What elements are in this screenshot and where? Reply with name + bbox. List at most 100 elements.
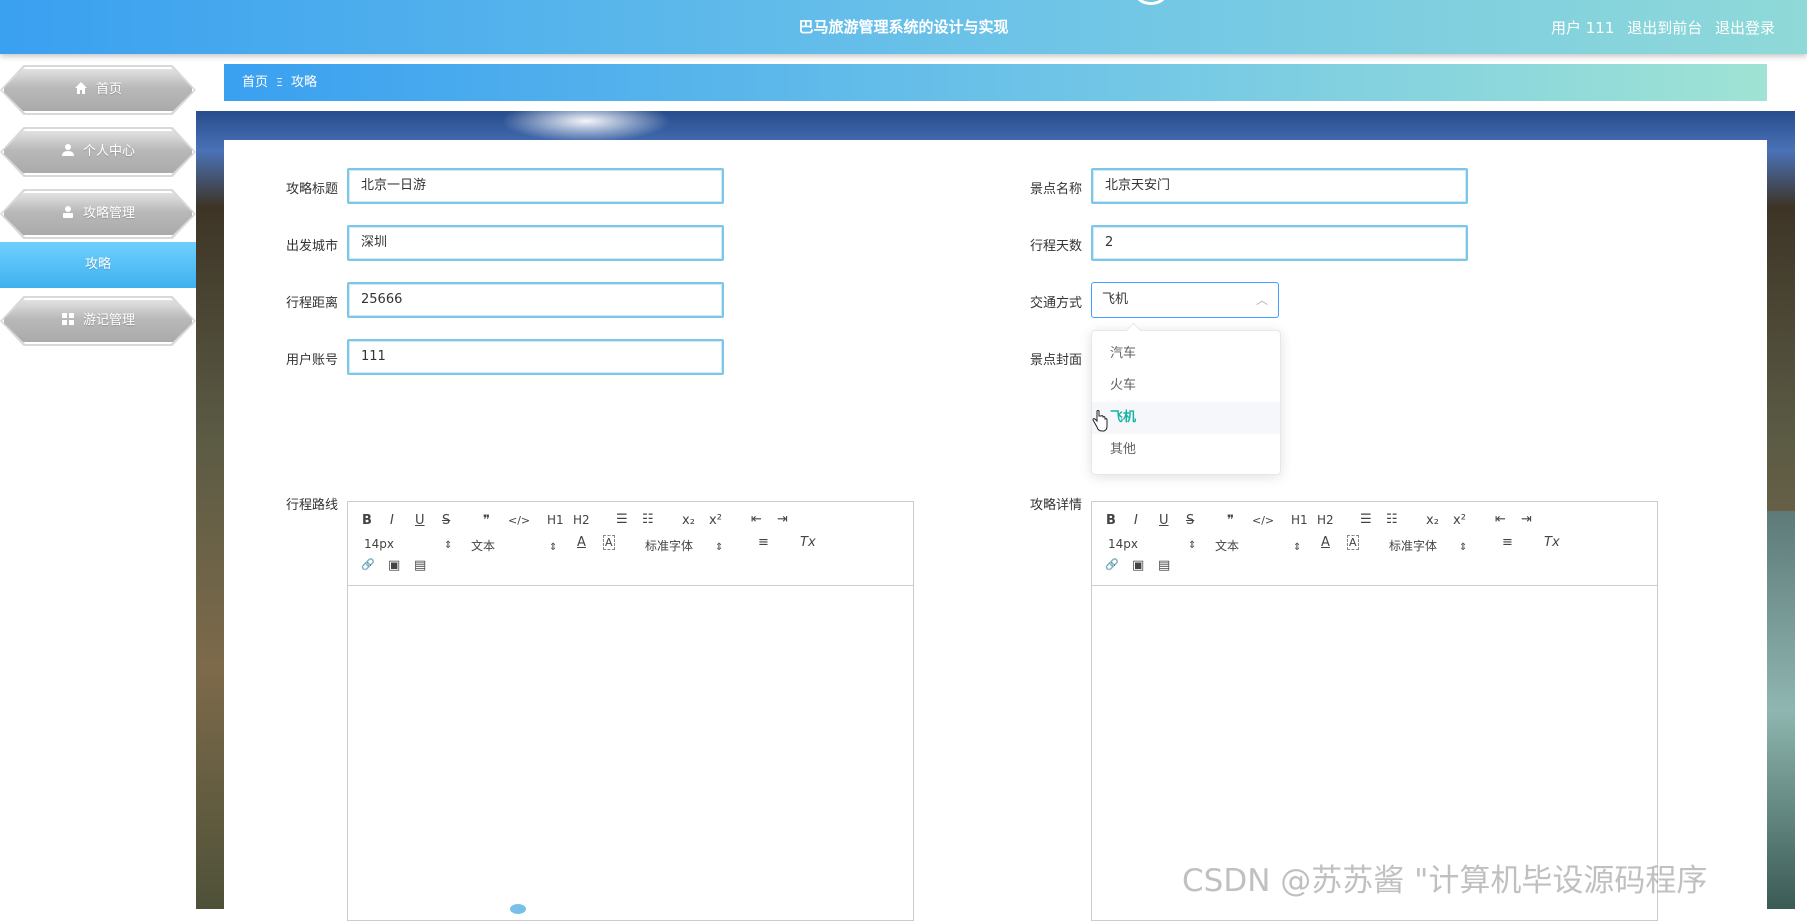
code-button[interactable]: </> [508,514,530,527]
updown-icon: ⇕ [444,540,453,551]
ordered-list-button[interactable]: ☰ [616,512,628,527]
scenic-input[interactable]: 北京天安门 [1091,168,1468,204]
align-button[interactable]: ≡ [1502,535,1513,550]
route-label: 行程路线 [285,498,338,513]
user-icon [61,144,74,156]
logout-link[interactable]: 退出登录 [1715,19,1775,37]
distance-label: 行程距离 [285,296,338,311]
quote-button[interactable]: ❞ [483,513,490,528]
font-size-select[interactable]: 14px ⇕ [1108,537,1196,551]
breadcrumb-current: 攻略 [290,75,317,90]
title-label: 攻略标题 [285,182,338,197]
strike-button[interactable]: S [442,513,450,528]
bold-button[interactable]: B [1106,513,1116,528]
indent-button[interactable]: ⇥ [777,512,788,527]
image-icon[interactable]: ▣ [388,558,400,573]
link-icon[interactable]: 🔗 [361,558,375,571]
sidebar-item-guide[interactable]: 攻略 [0,242,196,288]
subscript-button[interactable]: x₂ [1426,513,1439,528]
superscript-button[interactable]: x² [1453,513,1466,528]
account-label: 用户账号 [285,353,338,368]
updown-icon: ⇕ [1293,542,1302,553]
bullet-list-button[interactable]: ☷ [1386,512,1398,527]
strike-button[interactable]: S [1186,513,1194,528]
sidebar-item-guide-management[interactable]: 攻略管理 [0,189,196,239]
user-badge-icon [62,206,73,218]
updown-icon: ⇕ [1459,542,1468,553]
sidebar-item-profile[interactable]: 个人中心 [0,127,196,177]
transport-option-selected[interactable]: 飞机 [1092,402,1280,434]
app-title: 巴马旅游管理系统的设计与实现 [798,18,1009,36]
text-style-select[interactable]: 文本 ⇕ [1215,537,1301,554]
image-icon[interactable]: ▣ [1132,558,1144,573]
sidebar: 首页 个人中心 攻略管理 攻略 游记管理 [0,54,196,909]
video-icon[interactable]: ▤ [1158,558,1170,573]
updown-icon: ⇕ [549,542,558,553]
ordered-list-button[interactable]: ☰ [1360,512,1372,527]
superscript-button[interactable]: x² [709,513,722,528]
home-icon [74,82,87,94]
city-label: 出发城市 [285,239,338,254]
grid-icon [61,313,74,325]
breadcrumb-separator: Ξ [276,76,283,89]
text-style-select[interactable]: 文本 ⇕ [471,537,557,554]
h1-button[interactable]: H1 [547,513,564,527]
account-input[interactable]: 111 [347,339,724,375]
hand-cursor-icon [1092,410,1108,432]
h1-button[interactable]: H1 [1291,513,1308,527]
chevron-up-icon: ︿ [1255,293,1268,307]
transport-option[interactable]: 火车 [1092,370,1280,402]
title-input[interactable]: 北京一日游 [347,168,724,204]
indent-button[interactable]: ⇥ [1521,512,1532,527]
city-input[interactable]: 深圳 [347,225,724,261]
cover-label: 景点封面 [1029,353,1082,368]
transport-option[interactable]: 其他 [1092,434,1280,466]
code-button[interactable]: </> [1252,514,1274,527]
align-button[interactable]: ≡ [758,535,769,550]
outdent-button[interactable]: ⇤ [751,512,762,527]
detail-label: 攻略详情 [1029,498,1082,513]
sidebar-item-label: 攻略管理 [82,206,135,221]
sidebar-item-home[interactable]: 首页 [0,65,196,115]
h2-button[interactable]: H2 [573,513,590,527]
italic-button[interactable]: I [1134,513,1138,528]
transport-select[interactable]: 飞机 ︿ [1091,282,1279,318]
breadcrumb-home[interactable]: 首页 [242,75,268,90]
route-editor-toolbar: B I U S ❞ </> H1 H2 ☰ ☷ x₂ x² ⇤ ⇥ 14px ⇕ … [348,502,913,586]
link-icon[interactable]: 🔗 [1105,558,1119,571]
video-icon[interactable]: ▤ [414,558,426,573]
bullet-list-button[interactable]: ☷ [642,512,654,527]
font-color-button[interactable]: A [577,535,586,550]
subscript-button[interactable]: x₂ [682,513,695,528]
updown-icon: ⇕ [1188,540,1197,551]
detail-editor-toolbar: B I U S ❞ </> H1 H2 ☰ ☷ x₂ x² ⇤ ⇥ 14px ⇕ … [1092,502,1657,586]
h2-button[interactable]: H2 [1317,513,1334,527]
italic-button[interactable]: I [390,513,394,528]
clean-format-button[interactable]: Tx [800,535,816,550]
clean-format-button[interactable]: Tx [1544,535,1560,550]
transport-option[interactable]: 汽车 [1092,338,1280,370]
route-editor[interactable]: B I U S ❞ </> H1 H2 ☰ ☷ x₂ x² ⇤ ⇥ 14px ⇕ … [347,501,914,921]
font-family-select[interactable]: 标准字体 ⇕ [1389,537,1467,554]
font-family-select[interactable]: 标准字体 ⇕ [645,537,723,554]
quote-button[interactable]: ❞ [1227,513,1234,528]
days-input[interactable]: 2 [1091,225,1468,261]
sidebar-item-label: 游记管理 [82,313,135,328]
outdent-button[interactable]: ⇤ [1495,512,1506,527]
bg-color-button[interactable]: A [1347,535,1359,550]
font-color-button[interactable]: A [1321,535,1330,550]
bg-color-button[interactable]: A [603,535,615,550]
transport-label: 交通方式 [1029,296,1082,311]
font-size-select[interactable]: 14px ⇕ [364,537,452,551]
sidebar-item-travelogue-management[interactable]: 游记管理 [0,296,196,346]
sidebar-item-label: 首页 [95,82,122,97]
bold-button[interactable]: B [362,513,372,528]
underline-button[interactable]: U [1159,513,1169,528]
distance-input[interactable]: 25666 [347,282,724,318]
header-decoration [1135,0,1167,5]
upload-indicator [510,904,526,914]
to-front-link[interactable]: 退出到前台 [1627,19,1702,37]
updown-icon: ⇕ [715,542,724,553]
sidebar-item-label: 个人中心 [82,144,135,159]
underline-button[interactable]: U [415,513,425,528]
